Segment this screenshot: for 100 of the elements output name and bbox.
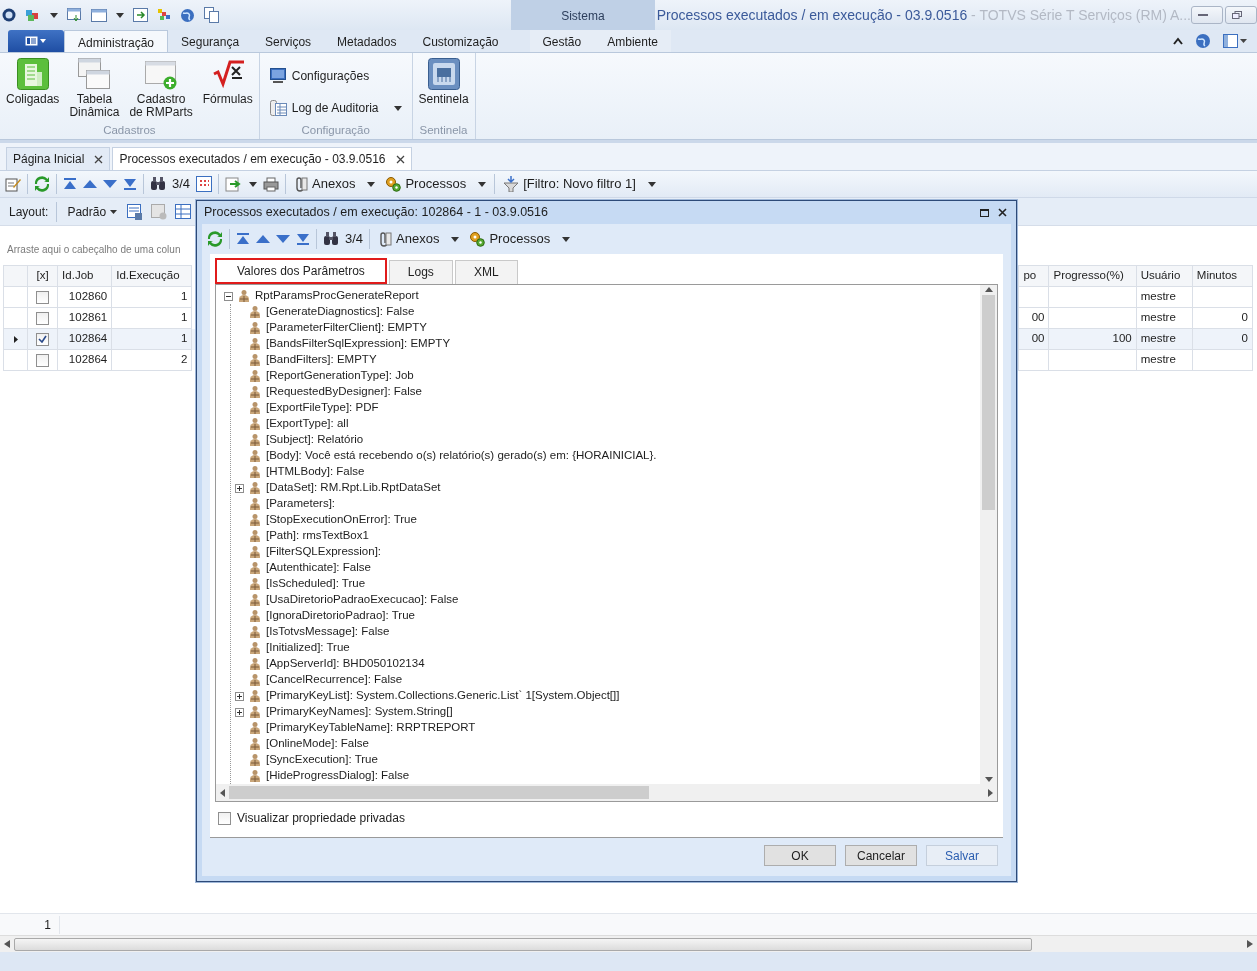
- document-tab[interactable]: Página Inicial: [6, 147, 111, 170]
- tree-item[interactable]: [IgnoraDiretorioPadrao]: True: [266, 607, 415, 625]
- scroll-right-icon[interactable]: [988, 788, 993, 797]
- tree-item[interactable]: [PrimaryKeyTableName]: RRPTREPORT: [266, 719, 476, 737]
- app-menu-button[interactable]: [8, 30, 64, 52]
- filter-button[interactable]: [Filtro: Novo filtro 1]: [501, 174, 658, 194]
- checkbox[interactable]: [218, 811, 231, 825]
- next-record-icon[interactable]: [276, 235, 290, 243]
- refresh-icon[interactable]: [207, 231, 223, 247]
- caret-icon[interactable]: [451, 236, 460, 242]
- tab[interactable]: XML: [454, 260, 518, 284]
- tree-item[interactable]: [BandsFilterSqlExpression]: EMPTY: [266, 335, 451, 353]
- caret-icon[interactable]: [478, 181, 487, 187]
- ribbon-tab[interactable]: Ambiente: [594, 30, 671, 52]
- scrollbar-thumb[interactable]: [229, 786, 649, 799]
- ribbon-tab[interactable]: Customização: [409, 30, 512, 52]
- layout-icon[interactable]: [1223, 34, 1247, 48]
- tree-item[interactable]: [IsTotvsMessage]: False: [266, 623, 390, 641]
- tree-item[interactable]: [SyncExecution]: True: [266, 751, 378, 769]
- tree-item[interactable]: [UsaDiretorioPadraoExecucao]: False: [266, 591, 459, 609]
- column-header[interactable]: Usuário: [1136, 265, 1193, 287]
- tree-item[interactable]: [ParameterFilterClient]: EMPTY: [266, 319, 428, 337]
- copy-pages-icon[interactable]: [204, 7, 219, 23]
- close-icon[interactable]: [94, 154, 104, 164]
- dialog-button[interactable]: Cancelar: [845, 845, 917, 866]
- previous-record-icon[interactable]: [83, 180, 97, 188]
- palette-icon[interactable]: [157, 8, 171, 22]
- binoculars-icon[interactable]: [150, 177, 166, 191]
- close-icon[interactable]: [998, 208, 1007, 217]
- tree-item[interactable]: [ExportType]: all: [266, 415, 349, 433]
- tree-item[interactable]: [Initialized]: True: [266, 639, 350, 657]
- previous-record-icon[interactable]: [256, 235, 270, 243]
- scroll-down-icon[interactable]: [984, 777, 993, 782]
- refresh-icon[interactable]: [34, 176, 50, 192]
- layout-dropdown[interactable]: Padrão: [65, 202, 120, 221]
- expand-icon[interactable]: [235, 691, 244, 701]
- scrollbar-thumb[interactable]: [982, 295, 995, 510]
- ribbon-button[interactable]: Log de Auditoria: [263, 95, 408, 121]
- scrollbar-thumb[interactable]: [14, 937, 1032, 951]
- tree-item[interactable]: [HideProgressDialog]: False: [266, 767, 410, 784]
- gears-icon[interactable]: [385, 176, 402, 192]
- column-header[interactable]: po: [1018, 265, 1049, 287]
- tree-item[interactable]: [DataSet]: RM.Rpt.Lib.RptDataSet: [266, 479, 441, 497]
- tree-item[interactable]: [BandFilters]: EMPTY: [266, 351, 377, 369]
- minimize-button[interactable]: [1191, 6, 1223, 24]
- paperclip-icon[interactable]: [294, 176, 309, 192]
- document-tab[interactable]: Processos executados / em execução - 03.9.0516: [112, 147, 412, 170]
- first-record-icon[interactable]: [63, 178, 77, 190]
- cubes-icon[interactable]: [25, 8, 41, 22]
- ribbon-button[interactable]: Tabela Dinâmica: [67, 56, 122, 122]
- tab[interactable]: Valores dos Parâmetros: [215, 258, 387, 284]
- ribbon-tab[interactable]: Gestão: [529, 30, 595, 52]
- scroll-left-icon[interactable]: [4, 940, 10, 948]
- ribbon-button[interactable]: Cadastro de RMParts: [127, 56, 195, 122]
- column-header[interactable]: Id.Execução: [111, 265, 192, 287]
- last-record-icon[interactable]: [123, 178, 137, 190]
- row-checkbox[interactable]: [36, 311, 50, 325]
- edit-icon[interactable]: [5, 176, 21, 192]
- caret-icon[interactable]: [50, 12, 58, 18]
- printer-icon[interactable]: [263, 176, 280, 192]
- restore-button[interactable]: [1225, 6, 1257, 24]
- window-download-icon[interactable]: [67, 8, 82, 22]
- tree-item[interactable]: RptParamsProcGenerateReport: [255, 287, 419, 305]
- tree-item[interactable]: [HTMLBody]: False: [266, 463, 365, 481]
- tree-item[interactable]: [Body]: Você está recebendo o(s) relatório(s) gerado(s) em: {HORAINICIAL}.: [266, 447, 657, 465]
- column-header[interactable]: Id.Job: [57, 265, 112, 287]
- paperclip-icon[interactable]: [378, 231, 393, 247]
- caret-icon[interactable]: [647, 181, 656, 187]
- first-record-icon[interactable]: [236, 233, 250, 245]
- ribbon-tab[interactable]: Serviços: [252, 30, 325, 52]
- globe-icon[interactable]: [1195, 33, 1211, 49]
- tree-item[interactable]: [CancelRecurrence]: False: [266, 671, 403, 689]
- next-record-icon[interactable]: [103, 180, 117, 188]
- ribbon-button[interactable]: Sentinela: [416, 56, 471, 122]
- tree-item[interactable]: [Parameters]:: [266, 495, 336, 513]
- processes-button[interactable]: Processos: [383, 174, 489, 194]
- tree-item[interactable]: [IsScheduled]: True: [266, 575, 366, 593]
- export-window-icon[interactable]: [133, 8, 148, 22]
- expand-icon[interactable]: [235, 483, 244, 493]
- row-checkbox[interactable]: [36, 332, 50, 346]
- tree-item[interactable]: [PrimaryKeyList]: System.Collections.Generic.List` 1[System.Object[]]: [266, 687, 620, 705]
- gears-icon[interactable]: [469, 231, 486, 247]
- tree-item[interactable]: [FilterSQLExpression]:: [266, 543, 382, 561]
- tree-item[interactable]: [PrimaryKeyNames]: System.String[]: [266, 703, 453, 721]
- caret-icon[interactable]: [116, 12, 124, 18]
- last-record-icon[interactable]: [296, 233, 310, 245]
- tree-item[interactable]: [Path]: rmsTextBox1: [266, 527, 369, 545]
- ribbon-tab[interactable]: Metadados: [324, 30, 410, 52]
- tree-item[interactable]: [StopExecutionOnError]: True: [266, 511, 417, 529]
- ribbon-button[interactable]: Coligadas: [4, 56, 62, 122]
- table-layout-icon[interactable]: [175, 203, 192, 220]
- row-checkbox[interactable]: [36, 290, 50, 304]
- expand-icon[interactable]: [235, 707, 244, 717]
- caret-icon[interactable]: [562, 236, 571, 242]
- ribbon-button[interactable]: Configurações: [263, 63, 408, 89]
- scroll-right-icon[interactable]: [1247, 940, 1253, 948]
- tree-item[interactable]: [RequestedByDesigner]: False: [266, 383, 422, 401]
- grid-icon[interactable]: [196, 176, 213, 192]
- tree-item[interactable]: [Autenthicate]: False: [266, 559, 371, 577]
- tree-item[interactable]: [ExportFileType]: PDF: [266, 399, 379, 417]
